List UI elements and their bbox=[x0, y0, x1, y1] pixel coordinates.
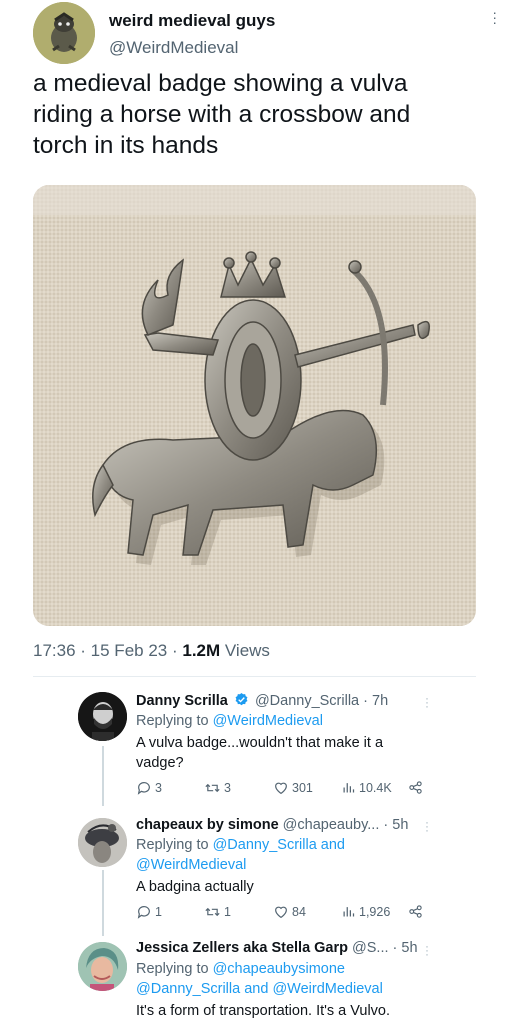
reply-header: Danny Scrilla @Danny_Scrilla · 7h bbox=[136, 692, 388, 711]
reply-avatar[interactable] bbox=[78, 942, 127, 991]
retweet-count: 3 bbox=[224, 781, 231, 795]
author-avatar[interactable] bbox=[33, 2, 95, 64]
reply-actions: 1 1 84 1,926 bbox=[136, 904, 426, 922]
verified-badge-icon bbox=[234, 692, 249, 711]
replying-prefix: Replying to bbox=[136, 837, 213, 853]
separator: · bbox=[80, 641, 91, 660]
replying-to: Replying to @chapeaubysimone bbox=[136, 959, 345, 979]
replying-link[interactable]: @WeirdMedieval bbox=[272, 981, 382, 997]
thread-line bbox=[102, 746, 104, 806]
replying-link[interactable]: @Danny_Scrilla bbox=[136, 981, 240, 997]
heart-icon bbox=[275, 782, 287, 795]
reply-time[interactable]: 7h bbox=[372, 693, 388, 709]
reply-button[interactable]: 3 bbox=[136, 780, 162, 796]
tweet-text-line: torch in its hands bbox=[33, 132, 219, 159]
share-icon bbox=[409, 781, 422, 794]
author-name[interactable]: weird medieval guys bbox=[109, 11, 275, 31]
like-button[interactable]: 84 bbox=[273, 904, 306, 920]
retweet-icon bbox=[205, 783, 220, 793]
reply-author-name[interactable]: Danny Scrilla bbox=[136, 693, 228, 709]
tweet-time[interactable]: 17:36 bbox=[33, 641, 76, 660]
retweet-button[interactable]: 3 bbox=[204, 780, 231, 796]
reply-header: chapeaux by simone @chapeauby... · 5h bbox=[136, 817, 408, 833]
more-options-icon[interactable]: · · · bbox=[492, 5, 497, 29]
author-handle[interactable]: @WeirdMedieval bbox=[109, 38, 238, 58]
thread-line bbox=[102, 870, 104, 936]
reply-actions: 3 3 301 10.4K bbox=[136, 780, 426, 798]
replying-to: Replying to @Danny_Scrilla and bbox=[136, 835, 345, 855]
reply-time[interactable]: 5h bbox=[392, 817, 408, 833]
reply-text-line: vadge? bbox=[136, 755, 184, 771]
replying-and: and bbox=[240, 981, 273, 997]
views-icon bbox=[343, 783, 355, 793]
reply-author-handle[interactable]: @chapeauby... bbox=[283, 817, 380, 833]
reply-avatar[interactable] bbox=[78, 818, 127, 867]
replying-prefix: Replying to bbox=[136, 961, 213, 977]
reply-icon bbox=[137, 782, 150, 795]
reply-avatar[interactable] bbox=[78, 692, 127, 741]
like-count: 84 bbox=[292, 905, 306, 919]
reply-button[interactable]: 1 bbox=[136, 904, 162, 920]
reply-author-name[interactable]: Jessica Zellers aka Stella Garp bbox=[136, 940, 348, 956]
replying-to: Replying to @WeirdMedieval bbox=[136, 711, 323, 731]
views-icon bbox=[343, 907, 355, 917]
views-count: 1,926 bbox=[359, 904, 391, 919]
reply-icon bbox=[137, 906, 150, 919]
replying-link[interactable]: @Danny_Scrilla and bbox=[213, 837, 345, 853]
tweet-text-line: riding a horse with a crossbow and bbox=[33, 101, 411, 128]
retweet-count: 1 bbox=[224, 905, 231, 919]
replying-link[interactable]: @WeirdMedieval bbox=[136, 855, 246, 875]
reply-count: 1 bbox=[155, 905, 162, 919]
separator: · bbox=[383, 817, 393, 833]
tweet-text: a medieval badge showing a vulva riding … bbox=[33, 68, 493, 161]
reply-time[interactable]: 5h bbox=[401, 940, 417, 956]
tweet-text-line: a medieval badge showing a vulva bbox=[33, 70, 408, 97]
divider bbox=[33, 676, 476, 677]
reply-author-handle[interactable]: @Danny_Scrilla bbox=[255, 693, 359, 709]
tweet-photo[interactable] bbox=[33, 185, 476, 626]
reply-text-line: It's a form of transportation. It's a Vu… bbox=[136, 1003, 391, 1019]
reply-author-name[interactable]: chapeaux by simone bbox=[136, 817, 279, 833]
replying-link[interactable]: @WeirdMedieval bbox=[213, 713, 323, 729]
tweet-header: weird medieval guys @WeirdMedieval · · · bbox=[33, 2, 503, 64]
more-options-icon[interactable]: · · · bbox=[425, 692, 429, 712]
reply-text-line: A vulva badge...wouldn't that make it a bbox=[136, 735, 384, 751]
separator: · bbox=[363, 693, 373, 709]
replying-link[interactable]: @chapeaubysimone bbox=[213, 961, 345, 977]
replying-prefix: Replying to bbox=[136, 713, 213, 729]
reply-author-handle[interactable]: @S... bbox=[352, 940, 388, 956]
replying-to-line: @Danny_Scrilla and @WeirdMedieval bbox=[136, 979, 383, 999]
reply-header: Jessica Zellers aka Stella Garp @S... · … bbox=[136, 940, 418, 956]
share-button[interactable] bbox=[408, 780, 423, 795]
views-count: 1.2M bbox=[182, 641, 221, 660]
reply-text-line: A badgina actually bbox=[136, 879, 254, 895]
views-button[interactable]: 1,926 bbox=[341, 904, 390, 919]
like-count: 301 bbox=[292, 781, 313, 795]
share-icon bbox=[409, 905, 422, 918]
more-options-icon[interactable]: · · · bbox=[425, 816, 429, 836]
like-button[interactable]: 301 bbox=[273, 780, 313, 796]
more-options-icon[interactable]: · · · bbox=[425, 940, 429, 960]
views-button[interactable]: 10.4K bbox=[341, 780, 392, 795]
reply-count: 3 bbox=[155, 781, 162, 795]
retweet-icon bbox=[205, 907, 220, 917]
retweet-button[interactable]: 1 bbox=[204, 904, 231, 920]
tweet-meta: 17:36 · 15 Feb 23 · 1.2M Views bbox=[33, 641, 270, 661]
separator: · bbox=[171, 641, 183, 660]
share-button[interactable] bbox=[408, 904, 423, 919]
views-count: 10.4K bbox=[359, 780, 392, 795]
views-label: Views bbox=[224, 641, 270, 660]
tweet-date[interactable]: 15 Feb 23 bbox=[91, 641, 168, 660]
heart-icon bbox=[275, 906, 287, 919]
